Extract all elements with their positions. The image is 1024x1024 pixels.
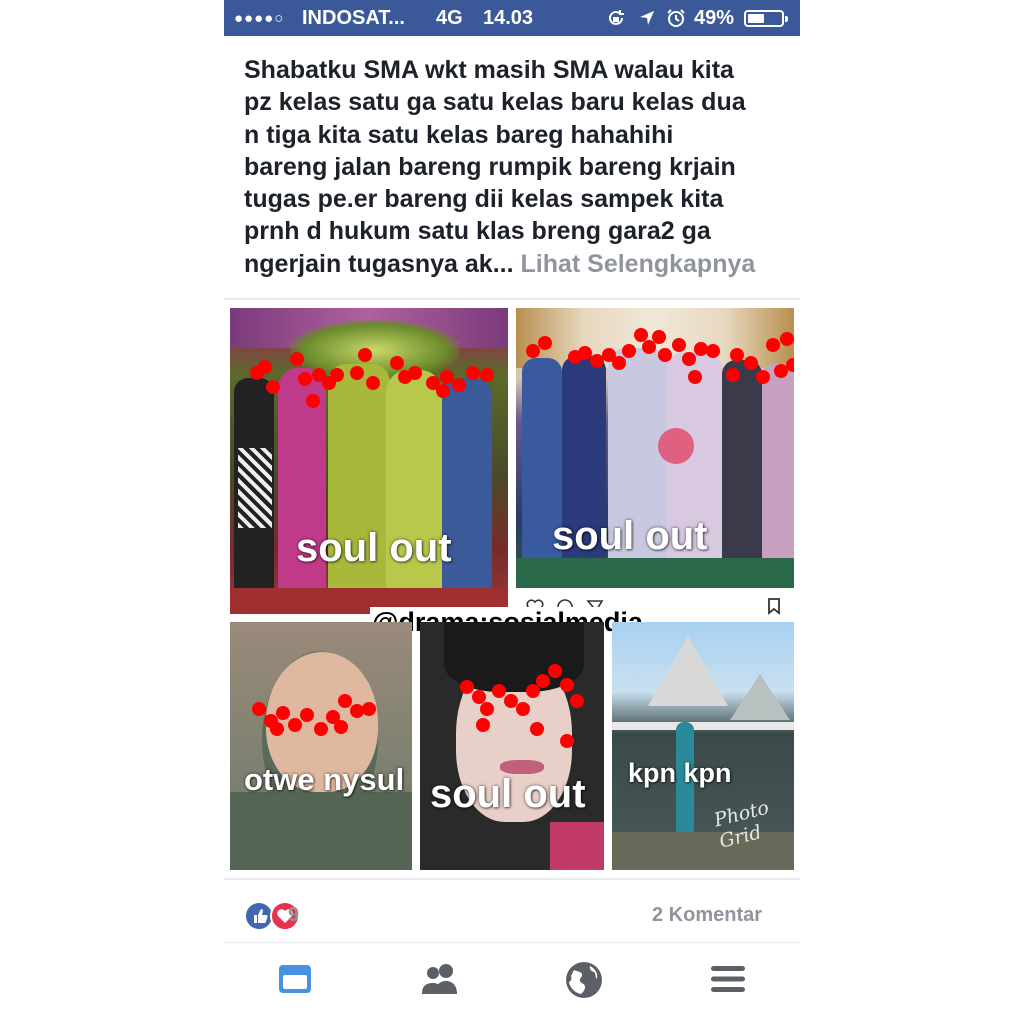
post-photo-2[interactable]: soul out [516, 308, 794, 588]
post-text: Shabatku SMA wkt masih SMA walau kita pz… [244, 54, 789, 280]
menu-icon [711, 966, 745, 992]
globe-icon [566, 962, 602, 998]
photo-caption: otwe nysul [244, 762, 405, 797]
post-photo-3[interactable]: otwe nysul [230, 622, 412, 870]
divider [224, 298, 800, 300]
clock-time: 14.03 [483, 7, 534, 29]
see-more-link[interactable]: Lihat Selengkapnya [520, 250, 755, 278]
divider [224, 942, 800, 943]
tab-menu[interactable] [709, 960, 747, 1003]
network-type: 4G [436, 7, 463, 29]
tab-news-feed[interactable] [276, 960, 314, 1003]
friends-icon [422, 964, 457, 994]
battery-icon [744, 10, 788, 27]
reaction-count[interactable]: 9 [288, 904, 299, 927]
tab-friends[interactable] [419, 960, 461, 1003]
post-photo-5[interactable]: kpn kpn Photo Grid [612, 622, 794, 870]
news-feed-icon [279, 965, 311, 993]
post-text-line: bareng jalan bareng rumpik bareng krjain [244, 152, 736, 181]
photo-caption: soul out [296, 526, 452, 570]
post-text-truncated: ngerjain tugasnya ak... [244, 249, 514, 278]
post-photo-1[interactable]: soul out [230, 308, 508, 614]
comments-count-link[interactable]: 2 Komentar [652, 904, 762, 927]
phone-screen: ●●●●○ INDOSAT... 4G 14.03 49% Shabatku S… [224, 0, 800, 1024]
signal-strength: ●●●●○ [234, 10, 285, 27]
bookmark-icon [768, 598, 780, 615]
carrier-name: INDOSAT... [302, 7, 405, 29]
post-text-line-last: ngerjain tugasnya ak... Lihat Selengkapn… [244, 248, 789, 280]
post-text-line: n tiga kita satu kelas bareg hahahihi [244, 120, 674, 149]
photo-caption: soul out [430, 772, 586, 816]
alarm-icon [667, 9, 685, 27]
post-text-line: Shabatku SMA wkt masih SMA walau kita [244, 56, 734, 84]
tab-notifications[interactable] [564, 960, 604, 1005]
location-arrow-icon [640, 11, 654, 25]
post-text-line: tugas pe.er bareng dii kelas sampek kita [244, 185, 724, 214]
photo-caption: soul out [552, 514, 708, 558]
battery-percent: 49% [694, 7, 735, 29]
photo-caption: kpn kpn [628, 758, 732, 788]
status-bar: ●●●●○ INDOSAT... 4G 14.03 49% [224, 0, 800, 36]
divider [224, 878, 800, 880]
post-text-line: prnh d hukum satu klas breng gara2 ga [244, 217, 711, 246]
post-text-line: pz kelas satu ga satu kelas baru kelas d… [244, 88, 746, 117]
post-photo-4[interactable]: soul out [420, 622, 604, 870]
rotation-lock-icon [609, 10, 624, 25]
